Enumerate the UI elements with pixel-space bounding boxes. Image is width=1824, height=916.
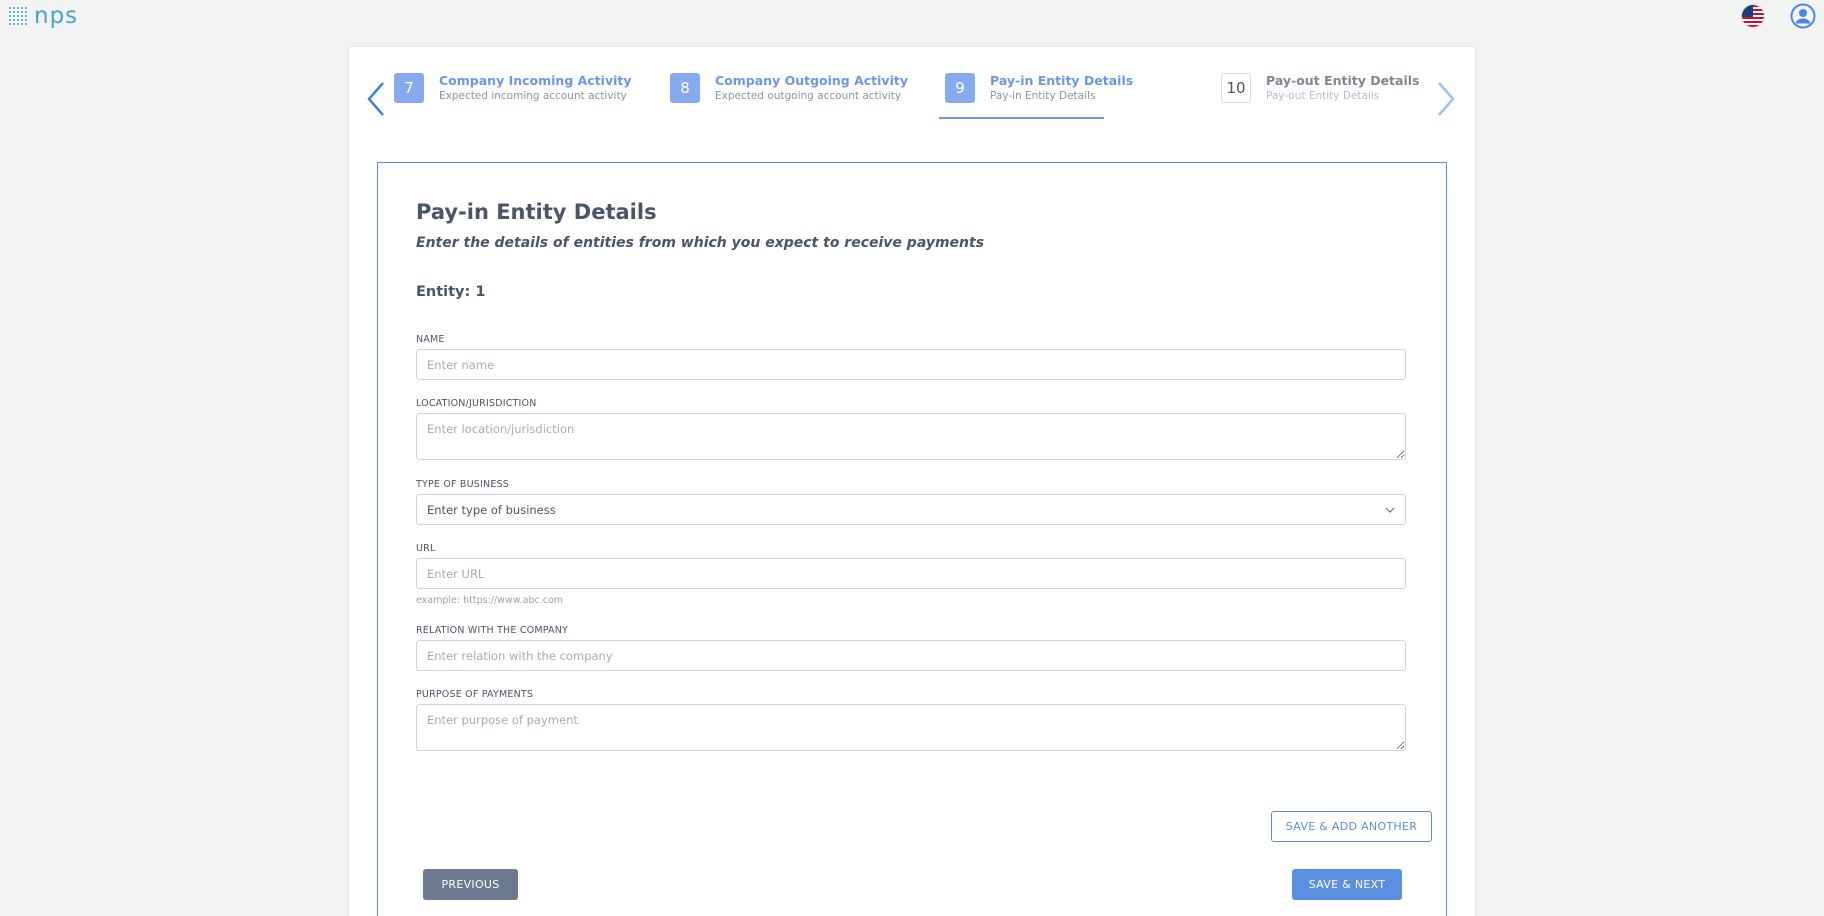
relation-label: RELATION WITH THE COMPANY <box>416 625 569 636</box>
url-hint: example: https://www.abc.com <box>416 595 564 606</box>
save-next-button[interactable]: SAVE & NEXT <box>1292 869 1402 900</box>
step-subtitle: Pay-out Entity Details <box>1266 90 1380 102</box>
url-label: URL <box>416 543 436 554</box>
step-number: 9 <box>945 73 975 103</box>
step-title: Pay-in Entity Details <box>990 73 1134 88</box>
logo-text: NPS <box>34 3 79 29</box>
user-avatar-icon[interactable] <box>1790 3 1816 29</box>
form-title: Pay-in Entity Details <box>416 200 657 224</box>
us-flag-icon[interactable] <box>1741 4 1765 28</box>
step-number: 8 <box>670 73 700 103</box>
pay-in-entity-form: Pay-in Entity Details Enter the details … <box>377 162 1447 916</box>
step-company-outgoing-activity[interactable]: 8 Company Outgoing Activity Expected out… <box>670 73 908 119</box>
business-type-selected: Enter type of business <box>427 502 556 517</box>
logo-dots-icon <box>8 6 28 26</box>
business-type-label: TYPE OF BUSINESS <box>416 479 509 490</box>
step-number: 10 <box>1221 73 1251 103</box>
name-label: NAME <box>416 334 445 345</box>
chevron-down-icon <box>1385 507 1395 513</box>
business-type-select[interactable]: Enter type of business <box>416 494 1406 525</box>
purpose-label: PURPOSE OF PAYMENTS <box>416 689 534 700</box>
relation-input[interactable] <box>416 640 1406 671</box>
step-pay-out-entity-details[interactable]: 10 Pay-out Entity Details Pay-out Entity… <box>1221 73 1419 119</box>
stepper-next-arrow-icon[interactable] <box>1433 79 1459 119</box>
url-input[interactable] <box>416 558 1406 589</box>
save-add-another-button[interactable]: SAVE & ADD ANOTHER <box>1271 811 1432 842</box>
step-company-incoming-activity[interactable]: 7 Company Incoming Activity Expected inc… <box>394 73 632 119</box>
nps-logo[interactable]: NPS <box>8 4 78 28</box>
previous-button[interactable]: PREVIOUS <box>423 869 518 900</box>
entity-label: Entity: 1 <box>416 284 486 300</box>
step-subtitle: Expected outgoing account activity <box>715 90 902 102</box>
step-title: Company Incoming Activity <box>439 73 632 88</box>
location-label: LOCATION/JURISDICTION <box>416 398 537 409</box>
step-subtitle: Expected incoming account activity <box>439 90 627 102</box>
step-pay-in-entity-details[interactable]: 9 Pay-in Entity Details Pay-in Entity De… <box>945 73 1133 119</box>
form-subtitle: Enter the details of entities from which… <box>416 235 985 251</box>
step-title: Pay-out Entity Details <box>1266 73 1420 88</box>
purpose-textarea[interactable] <box>416 704 1406 751</box>
active-step-underline <box>939 117 1104 119</box>
step-title: Company Outgoing Activity <box>715 73 908 88</box>
stepper-prev-arrow-icon[interactable] <box>363 79 389 119</box>
location-textarea[interactable] <box>416 413 1406 460</box>
main-card: 7 Company Incoming Activity Expected inc… <box>349 47 1475 916</box>
step-subtitle: Pay-in Entity Details <box>990 90 1096 102</box>
name-input[interactable] <box>416 349 1406 380</box>
step-number: 7 <box>394 73 424 103</box>
